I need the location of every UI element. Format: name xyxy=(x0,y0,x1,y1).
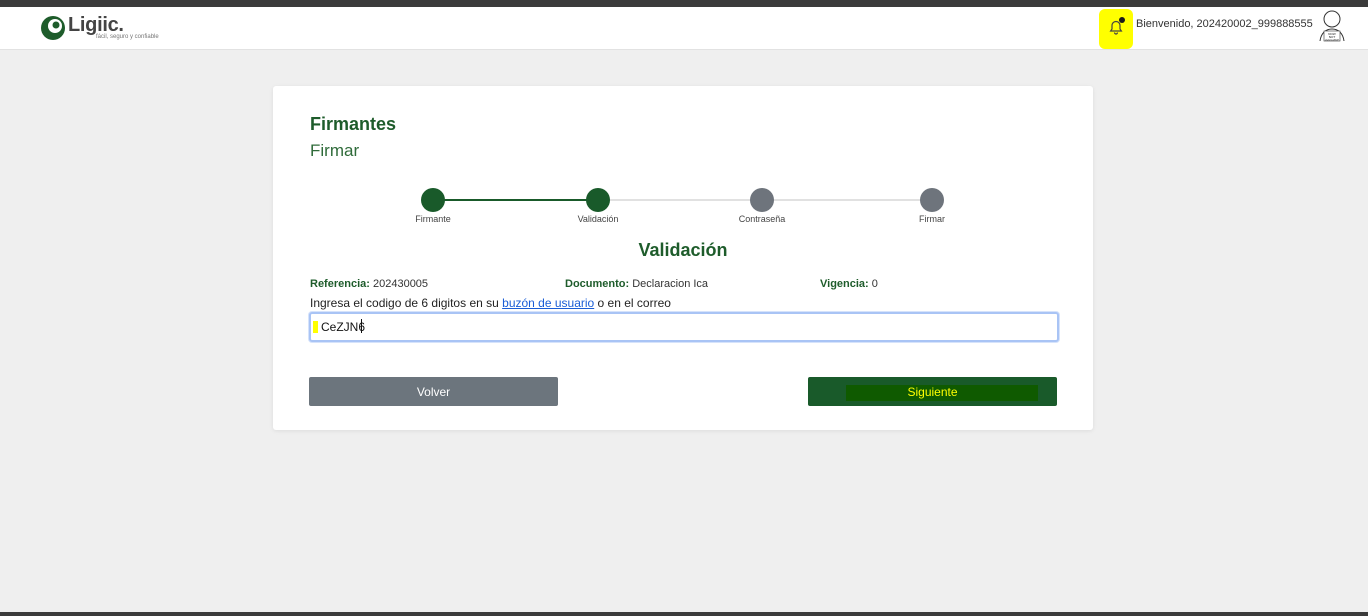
bottom-strip xyxy=(0,612,1368,616)
document-info: Documento: Declaracion Ica xyxy=(565,278,708,290)
signing-card: Firmantes Firmar Firmante Validación Con… xyxy=(273,86,1093,430)
validity-label: Vigencia: xyxy=(820,278,869,290)
step-label-firmar: Firmar xyxy=(919,214,945,224)
stepper-line-complete xyxy=(433,199,598,201)
back-button[interactable]: Volver xyxy=(309,377,558,406)
reference-info: Referencia: 202430005 xyxy=(310,278,428,290)
step-circle-firmar xyxy=(920,188,944,212)
back-button-label: Volver xyxy=(416,385,451,399)
text-caret xyxy=(361,319,362,333)
code-instruction: Ingresa el codigo de 6 digitos en su buz… xyxy=(310,296,671,310)
logo[interactable]: Ligiic. fácil, seguro y confiable xyxy=(40,13,160,45)
card-subtitle: Firmar xyxy=(310,141,360,160)
reference-value: 202430005 xyxy=(372,278,429,290)
brand-tagline: fácil, seguro y confiable xyxy=(96,34,159,40)
notifications-button[interactable] xyxy=(1099,9,1133,49)
notification-dot xyxy=(1119,17,1125,23)
verification-code-value: CeZJN6 xyxy=(321,320,366,334)
step-circle-validacion xyxy=(586,188,610,212)
step-label-contrasena: Contraseña xyxy=(738,214,786,224)
svg-text:AVAILABLE: AVAILABLE xyxy=(1325,38,1339,42)
card-title: Firmantes xyxy=(310,114,397,134)
input-highlight-mark xyxy=(313,321,318,333)
step-label-firmante: Firmante xyxy=(415,214,451,224)
document-value: Declaracion Ica xyxy=(632,278,709,290)
section-title: Validación xyxy=(638,240,728,260)
step-circle-firmante xyxy=(421,188,445,212)
step-circle-contrasena xyxy=(750,188,774,212)
user-mailbox-link[interactable]: buzón de usuario xyxy=(502,296,594,310)
verification-code-input[interactable]: CeZJN6 xyxy=(309,312,1059,342)
header-bar: Ligiic. fácil, seguro y confiable Bienve… xyxy=(0,7,1368,50)
progress-stepper: Firmante Validación Contraseña Firmar xyxy=(273,187,1093,227)
step-label-validacion: Validación xyxy=(577,214,619,224)
next-button[interactable]: Siguiente xyxy=(808,377,1057,406)
logo-icon xyxy=(41,16,65,40)
user-avatar-icon[interactable]: NOW NOT AVAILABLE xyxy=(1318,9,1346,43)
next-button-label: Siguiente xyxy=(907,385,958,399)
instruction-text-before: Ingresa el codigo de 6 digitos en su xyxy=(310,296,503,310)
reference-label: Referencia: xyxy=(310,278,370,290)
document-label: Documento: xyxy=(565,278,630,290)
top-strip xyxy=(0,0,1368,7)
validity-value: 0 xyxy=(871,278,878,290)
welcome-text: Bienvenido, 202420002_999888555 xyxy=(1136,18,1313,30)
validity-info: Vigencia: 0 xyxy=(820,278,878,290)
instruction-text-after: o en el correo xyxy=(594,296,671,310)
